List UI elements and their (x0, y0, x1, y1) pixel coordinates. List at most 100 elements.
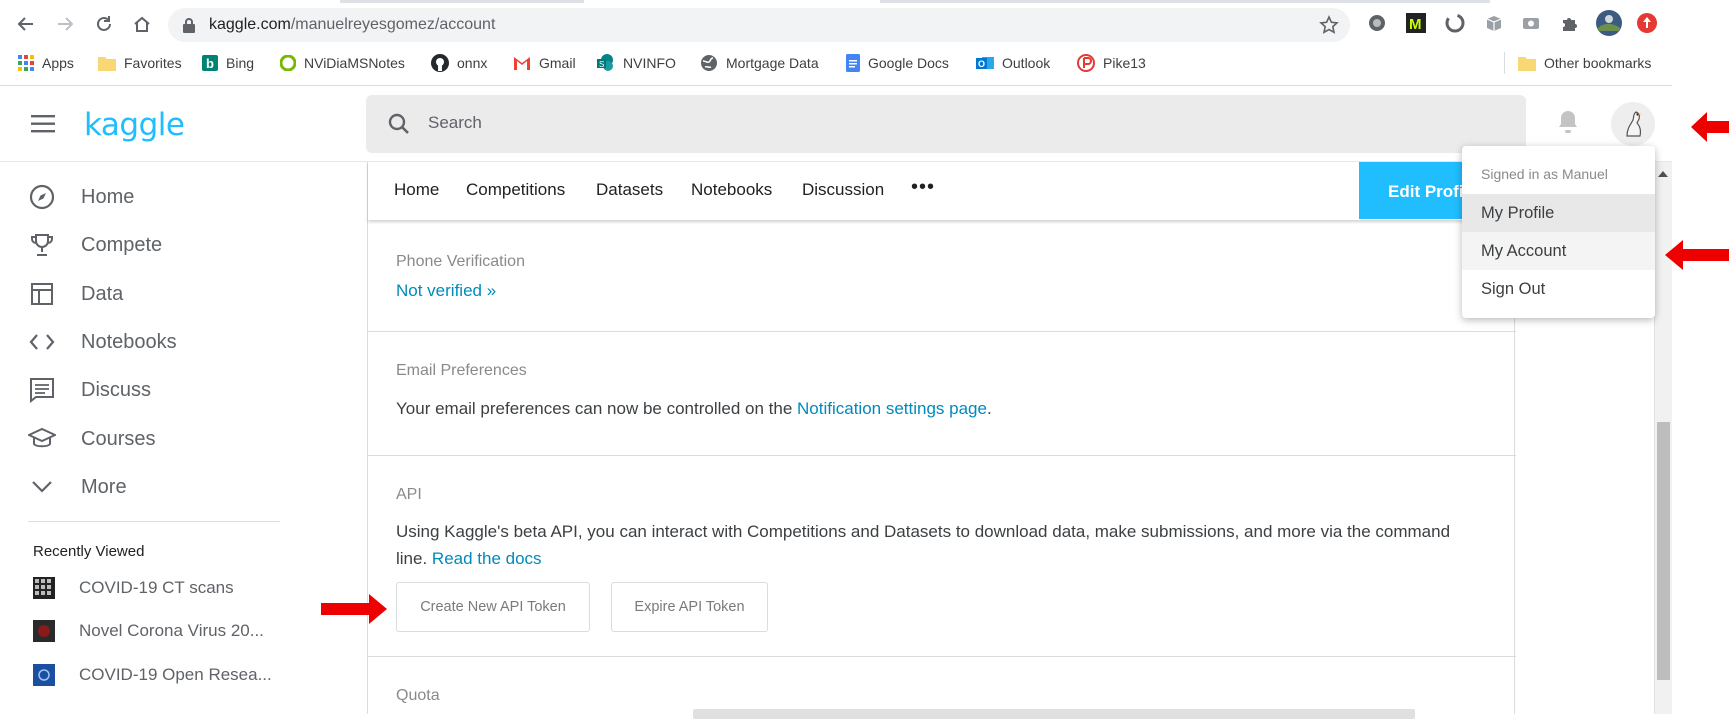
sidebar: Home Compete Data Notebooks Discuss Cour… (0, 162, 300, 714)
address-bar[interactable]: kaggle.com/manuelreyesgomez/account (168, 8, 1350, 42)
sidebar-item-label: Compete (81, 233, 163, 256)
ext-circle-icon[interactable] (1366, 12, 1388, 34)
folder-icon (1518, 57, 1536, 71)
kaggle-logo[interactable]: kaggle (84, 107, 185, 143)
scrollbar-thumb[interactable] (1657, 422, 1670, 680)
bookmark-favorites[interactable]: Favorites (98, 53, 182, 73)
svg-text:M: M (1409, 16, 1422, 33)
expire-api-token-button[interactable]: Expire API Token (611, 582, 768, 632)
notification-settings-link[interactable]: Notification settings page (797, 399, 987, 418)
svg-text:S: S (599, 60, 604, 69)
email-preferences-text: Your email preferences can now be contro… (396, 395, 992, 422)
quota-bar (693, 709, 1415, 719)
sidebar-item-compete[interactable]: Compete (28, 230, 162, 260)
bookmark-nvinfo[interactable]: S NVINFO (597, 53, 676, 73)
home-icon[interactable] (128, 10, 156, 38)
tab-datasets[interactable]: Datasets (596, 180, 663, 200)
search-icon (388, 113, 410, 135)
recently-viewed-item[interactable]: COVID-19 Open Resea... (33, 663, 272, 687)
corona-thumbnail (33, 620, 55, 642)
svg-text:b: b (206, 56, 214, 71)
bell-icon[interactable] (1556, 109, 1580, 135)
sidebar-item-label: Data (81, 282, 124, 305)
section-divider (368, 656, 1516, 657)
bookmark-gmail[interactable]: Gmail (513, 53, 576, 73)
nvidia-icon (280, 55, 296, 71)
scroll-up-icon[interactable] (1658, 170, 1668, 177)
api-description-body: Using Kaggle's beta API, you can interac… (396, 522, 1451, 568)
outlook-icon: O (976, 57, 994, 69)
sidebar-item-more[interactable]: More (28, 472, 127, 502)
ext-box-icon[interactable] (1483, 12, 1505, 34)
bookmark-google-docs[interactable]: Google Docs (846, 53, 949, 73)
tab-discussion[interactable]: Discussion (802, 180, 884, 200)
bookmarks-bar: Apps Favorites b Bing NViDiaMSNotes onnx… (0, 50, 1672, 76)
api-description: Using Kaggle's beta API, you can interac… (396, 518, 1456, 572)
star-icon[interactable] (1319, 15, 1339, 35)
ext-m-icon[interactable]: M (1405, 12, 1427, 34)
user-menu: Signed in as Manuel My Profile My Accoun… (1462, 146, 1655, 318)
sidebar-item-label: Discuss (81, 378, 152, 401)
reload-icon[interactable] (90, 10, 118, 38)
api-label: API (396, 486, 422, 503)
ext-red-icon[interactable] (1636, 12, 1658, 34)
sign-out-menu-item[interactable]: Sign Out (1462, 270, 1655, 308)
email-preferences-label: Email Preferences (396, 362, 527, 379)
sidebar-item-notebooks[interactable]: Notebooks (28, 327, 177, 357)
profile-avatar-icon[interactable] (1596, 10, 1622, 36)
puzzle-icon[interactable] (1559, 12, 1581, 34)
url-path: /manuelreyesgomez/account (290, 16, 496, 33)
bookmark-label: Favorites (124, 55, 182, 71)
my-profile-menu-item[interactable]: My Profile (1462, 194, 1655, 232)
bookmark-label: onnx (457, 55, 488, 71)
bookmark-onnx[interactable]: onnx (431, 53, 487, 73)
tab-notebooks[interactable]: Notebooks (691, 180, 772, 200)
github-icon (431, 54, 449, 72)
ext-spinner-icon[interactable] (1444, 12, 1466, 34)
bookmark-label: Outlook (1002, 55, 1051, 71)
more-tabs-button[interactable]: ••• (911, 176, 935, 199)
recently-viewed-label: COVID-19 CT scans (79, 578, 234, 597)
sidebar-item-home[interactable]: Home (28, 182, 134, 212)
bookmark-pike13[interactable]: Pike13 (1077, 53, 1146, 73)
bookmark-nvidia-notes[interactable]: NViDiaMSNotes (280, 53, 405, 73)
bookmark-label: Pike13 (1103, 55, 1146, 71)
not-verified-link[interactable]: Not verified » (396, 277, 496, 304)
recently-viewed-item[interactable]: COVID-19 CT scans (33, 576, 234, 600)
bookmark-mortgage-data[interactable]: Mortgage Data (700, 53, 819, 73)
search-placeholder: Search (428, 113, 482, 132)
search-input[interactable]: Search (366, 95, 1526, 153)
annotation-arrow-create-token (321, 594, 387, 624)
bookmark-label: Bing (226, 55, 255, 71)
tab-strip-edge (340, 0, 584, 3)
forward-icon[interactable] (51, 10, 79, 38)
bookmark-label: Gmail (539, 55, 576, 71)
back-icon[interactable] (12, 10, 40, 38)
bing-icon: b (202, 55, 218, 71)
email-preferences-body: Your email preferences can now be contro… (396, 399, 798, 418)
cord19-thumbnail (33, 664, 55, 686)
sidebar-item-discuss[interactable]: Discuss (28, 375, 151, 405)
sidebar-item-data[interactable]: Data (28, 279, 123, 309)
bookmark-other[interactable]: Other bookmarks (1518, 53, 1651, 73)
read-the-docs-link[interactable]: Read the docs (432, 549, 542, 568)
hamburger-menu-icon[interactable] (31, 115, 55, 133)
sidebar-divider (28, 521, 280, 522)
lock-icon (182, 17, 196, 33)
create-api-token-button[interactable]: Create New API Token (396, 582, 590, 632)
comment-icon (28, 376, 56, 404)
bookmark-apps[interactable]: Apps (18, 53, 74, 73)
ext-camera-icon[interactable] (1520, 12, 1542, 34)
tab-home[interactable]: Home (394, 180, 439, 200)
sidebar-item-courses[interactable]: Courses (28, 424, 155, 454)
recently-viewed-item[interactable]: Novel Corona Virus 20... (33, 619, 264, 643)
bookmark-bing[interactable]: b Bing (202, 53, 254, 73)
sidebar-item-label: Notebooks (81, 330, 177, 353)
tab-competitions[interactable]: Competitions (466, 180, 565, 200)
my-account-menu-item[interactable]: My Account (1462, 232, 1655, 270)
graduation-cap-icon (28, 425, 56, 453)
user-avatar[interactable] (1611, 102, 1655, 146)
bookmark-outlook[interactable]: O Outlook (976, 53, 1050, 73)
apps-grid-icon (18, 55, 34, 71)
folder-icon (98, 57, 116, 71)
